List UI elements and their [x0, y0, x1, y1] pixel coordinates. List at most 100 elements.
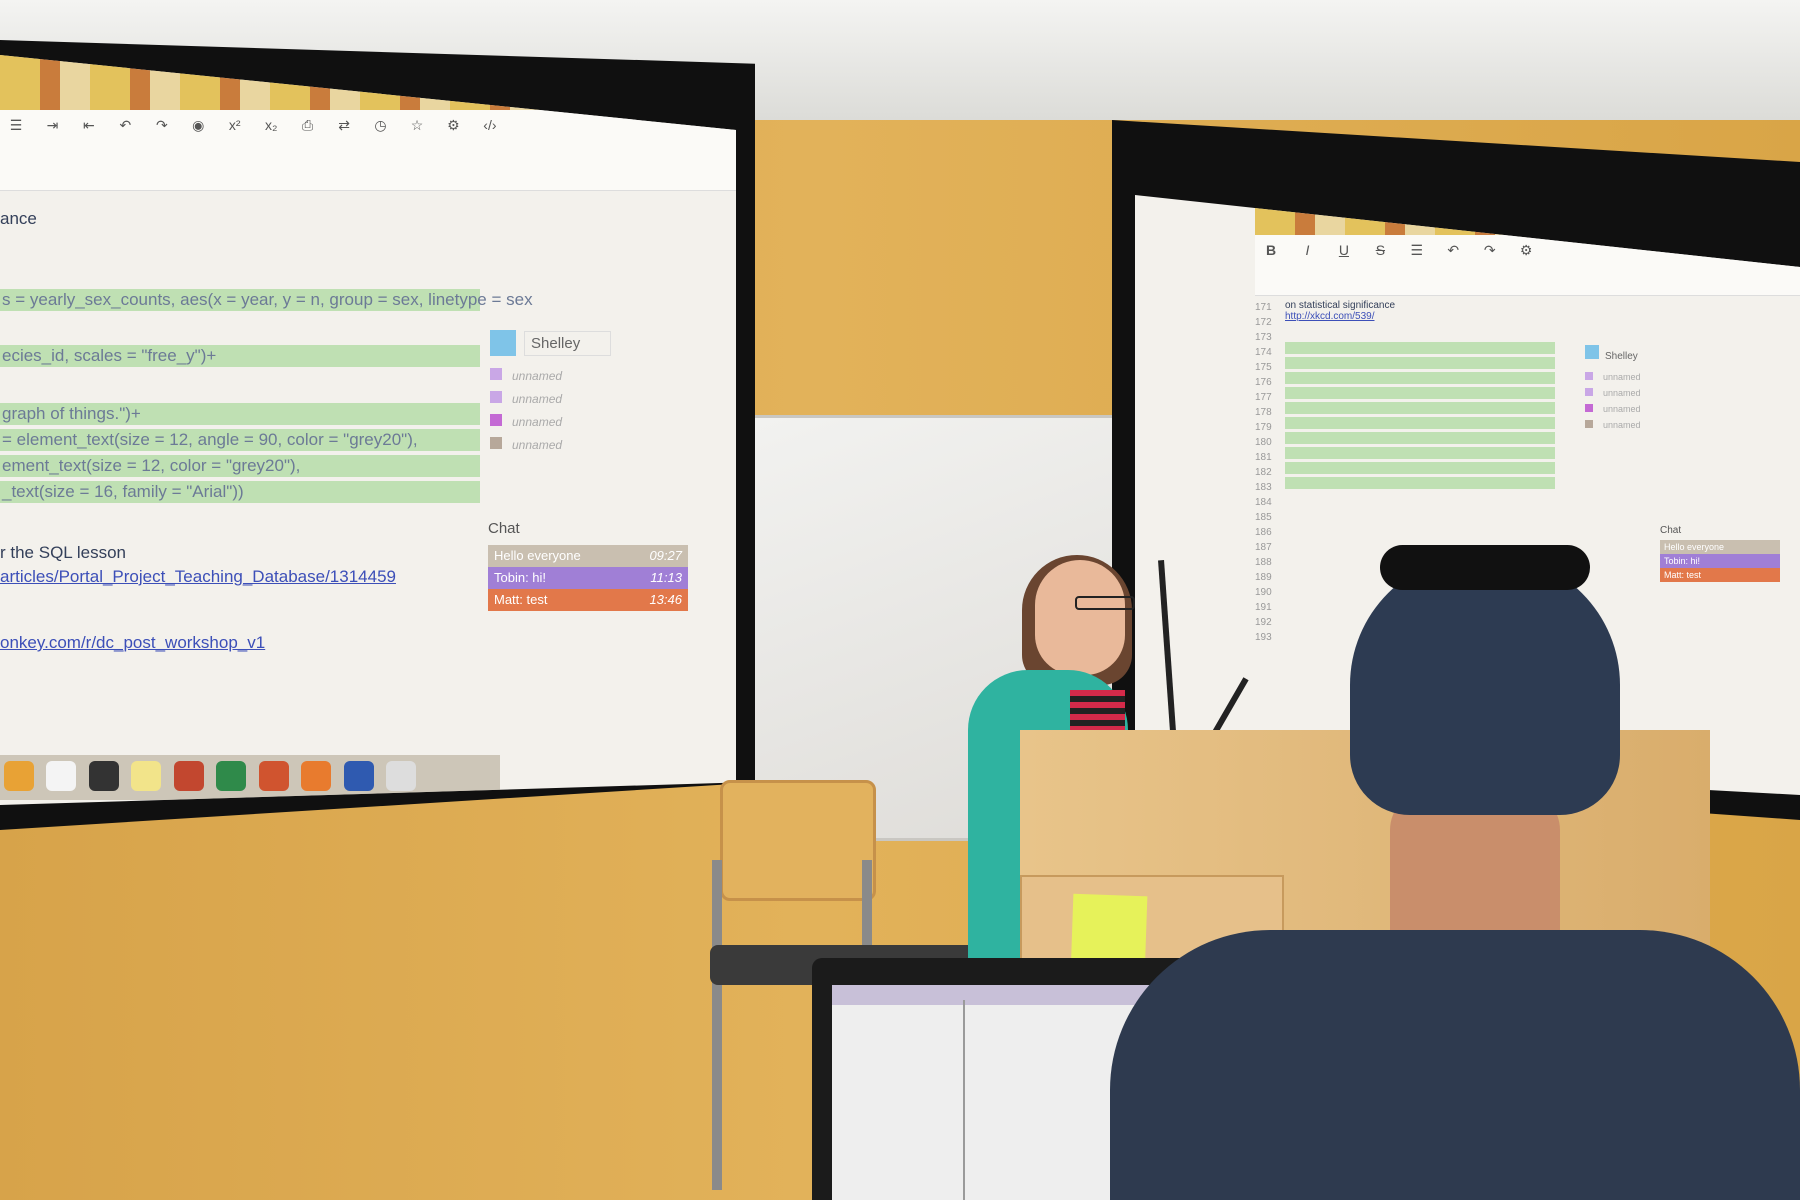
code-icon[interactable]: ‹/›	[479, 114, 501, 136]
code-line: _text(size = 16, family = "Arial"))	[0, 481, 480, 503]
audience-member-cap	[1350, 555, 1620, 815]
chat-message: Hello everyone	[1660, 540, 1780, 554]
subscript-icon[interactable]: x₂	[260, 114, 282, 136]
chat-message: Hello everyone 09:27	[488, 545, 688, 567]
chat-message-time: 11:13	[650, 570, 682, 585]
outdent-icon[interactable]: ⇤	[78, 114, 100, 136]
user-name: Shelley	[1605, 351, 1638, 362]
code-line: graph of things.")+	[0, 403, 480, 425]
word-icon[interactable]	[343, 761, 374, 791]
laptop-window-titlebar	[832, 985, 1177, 1005]
user-color-swatch	[490, 368, 502, 380]
presenter-face	[1035, 560, 1125, 675]
user-color-swatch	[490, 330, 516, 356]
user-name: unnamed	[512, 438, 563, 452]
chat-title: Chat	[1660, 525, 1682, 536]
excel-icon[interactable]	[216, 761, 247, 791]
chat-message-time: 09:27	[649, 548, 682, 563]
line-number: 183	[1255, 482, 1272, 493]
underline-icon[interactable]: U	[1333, 239, 1355, 261]
powerpoint-icon[interactable]	[258, 761, 289, 791]
chat-message-text: Matt: test	[494, 592, 548, 607]
audience-member-shirt	[1110, 930, 1800, 1200]
user-entry: unnamed	[490, 391, 690, 406]
bold-icon[interactable]: B	[1260, 239, 1282, 261]
redo-icon[interactable]: ↷	[151, 114, 173, 136]
user-name: unnamed	[512, 392, 563, 406]
left-projected-editor: ☰ ⇥ ⇤ ↶ ↷ ◉ x² x₂ ⎙ ⇄ ◷ ☆ ⚙ ‹/› ance s =…	[0, 55, 736, 805]
user-name: unnamed	[1603, 420, 1641, 430]
list-icon[interactable]: ☰	[5, 114, 27, 136]
line-number: 185	[1255, 512, 1272, 523]
presenter-glasses	[1075, 596, 1135, 610]
firefox-icon[interactable]	[301, 761, 332, 791]
code-line: = element_text(size = 12, angle = 90, co…	[0, 429, 480, 451]
chat-message-time: 13:46	[649, 592, 682, 607]
editor-toolbar: ☰ ⇥ ⇤ ↶ ↷ ◉ x² x₂ ⎙ ⇄ ◷ ☆ ⚙ ‹/›	[0, 110, 736, 191]
chat-message: Tobin: hi!	[1660, 554, 1780, 568]
link-line[interactable]: http://xkcd.com/539/	[1285, 311, 1565, 322]
undo-icon[interactable]: ↶	[114, 114, 136, 136]
user-entry: unnamed	[1585, 388, 1695, 398]
chat-message-text: Tobin: hi!	[494, 570, 547, 585]
notes-icon[interactable]	[131, 761, 162, 791]
line-number: 180	[1255, 437, 1272, 448]
line-number: 174	[1255, 347, 1272, 358]
user-entry: Shelley	[1585, 345, 1695, 362]
line-number: 184	[1255, 497, 1272, 508]
line-number: 181	[1255, 452, 1272, 463]
gear-icon[interactable]: ⚙	[442, 114, 464, 136]
chair-back	[720, 780, 876, 901]
line-number: 191	[1255, 602, 1272, 613]
chat-title: Chat	[488, 520, 520, 537]
sunglasses	[1380, 545, 1590, 590]
browser-icon[interactable]	[4, 761, 34, 791]
pdf-icon[interactable]	[173, 761, 204, 791]
trash-icon[interactable]	[386, 761, 417, 791]
link-line[interactable]: articles/Portal_Project_Teaching_Databas…	[0, 567, 480, 587]
user-name: unnamed	[1603, 372, 1641, 382]
clock-icon[interactable]: ◷	[370, 114, 392, 136]
user-name: unnamed	[1603, 404, 1641, 414]
user-color-swatch	[1585, 404, 1593, 412]
user-entry: unnamed	[490, 414, 690, 429]
user-entry: unnamed	[1585, 372, 1695, 382]
strikethrough-icon[interactable]: S	[1369, 239, 1391, 261]
print-icon[interactable]: ⎙	[297, 114, 319, 136]
chat-message: Matt: test 13:46	[488, 589, 688, 611]
undo-icon[interactable]: ↶	[1442, 239, 1464, 261]
line-number: 171	[1255, 302, 1272, 313]
chat-message-text: Hello everyone	[494, 548, 581, 563]
line-number: 193	[1255, 632, 1272, 643]
gear-icon[interactable]: ⚙	[1515, 239, 1537, 261]
user-entry: Shelley	[490, 330, 690, 356]
user-entry: unnamed	[1585, 420, 1695, 430]
line-number: 172	[1255, 317, 1272, 328]
chat-panel: Chat Hello everyone 09:27 Tobin: hi! 11:…	[488, 520, 688, 611]
user-entry: unnamed	[490, 368, 690, 383]
users-panel: Shelley unnamed unnamed unnamed unnamed	[490, 330, 690, 460]
link-line[interactable]: onkey.com/r/dc_post_workshop_v1	[0, 633, 480, 653]
editor-body: ance s = yearly_sex_counts, aes(x = year…	[0, 205, 533, 653]
redo-icon[interactable]: ↷	[1479, 239, 1501, 261]
line-number: 176	[1255, 377, 1272, 388]
line-number: 188	[1255, 557, 1272, 568]
chat-panel: Chat Hello everyone Tobin: hi! Matt: tes…	[1660, 525, 1780, 582]
swap-icon[interactable]: ⇄	[333, 114, 355, 136]
italic-icon[interactable]: I	[1296, 239, 1318, 261]
user-name: unnamed	[512, 369, 563, 383]
line-number: 173	[1255, 332, 1272, 343]
user-name: unnamed	[512, 415, 563, 429]
calendar-icon[interactable]	[46, 761, 77, 791]
user-color-swatch	[1585, 420, 1593, 428]
indent-icon[interactable]: ⇥	[41, 114, 63, 136]
user-entry: unnamed	[1585, 404, 1695, 414]
terminal-icon[interactable]	[88, 761, 119, 791]
list-icon[interactable]: ☰	[1406, 239, 1428, 261]
user-entry: unnamed	[490, 437, 690, 452]
line-number: 190	[1255, 587, 1272, 598]
text-line: on statistical significance	[1285, 300, 1396, 311]
superscript-icon[interactable]: x²	[224, 114, 246, 136]
eye-icon[interactable]: ◉	[187, 114, 209, 136]
star-icon[interactable]: ☆	[406, 114, 428, 136]
